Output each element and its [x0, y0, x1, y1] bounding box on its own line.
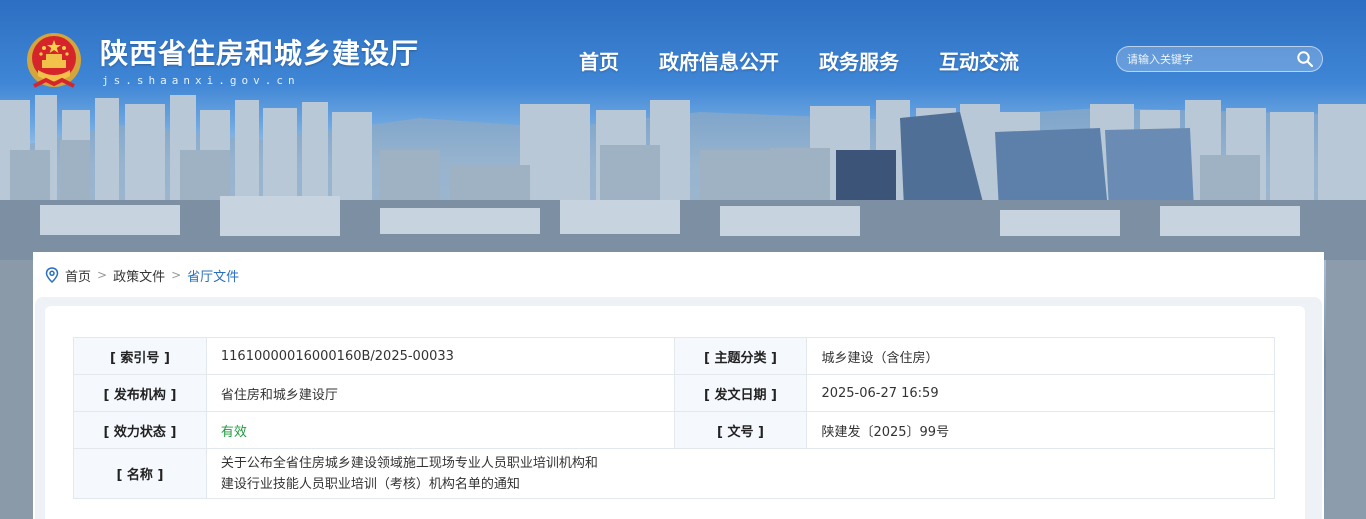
document-name-label: [ 名称 ]	[73, 448, 207, 499]
search-box	[1116, 46, 1323, 72]
subject-category-label: [ 主题分类 ]	[673, 337, 808, 375]
location-pin-icon	[45, 267, 59, 283]
search-icon[interactable]	[1296, 50, 1314, 68]
document-name-line: 建设行业技能人员职业培训（考核）机构名单的通知	[220, 476, 520, 492]
table-row: [ 发布机构 ] 省住房和城乡建设厅 [ 发文日期 ] 2025-06-27 1…	[73, 374, 1275, 412]
document-number-label: [ 文号 ]	[673, 411, 808, 449]
nav-gov-info-disclosure[interactable]: 政府信息公开	[659, 46, 779, 75]
nav-interaction[interactable]: 互动交流	[939, 46, 1019, 75]
document-number-value: 陕建发〔2025〕99号	[806, 411, 1275, 449]
issue-date-value: 2025-06-27 16:59	[806, 374, 1275, 412]
table-row: [ 效力状态 ] 有效 [ 文号 ] 陕建发〔2025〕99号	[73, 411, 1275, 449]
site-title[interactable]: 陕西省住房和城乡建设厅	[100, 32, 419, 72]
table-row: [ 名称 ] 关于公布全省住房城乡建设领域施工现场专业人员职业培训机构和 建设行…	[73, 448, 1276, 499]
site-domain: js.shaanxi.gov.cn	[102, 74, 300, 87]
content-panel: 首页 > 政策文件 > 省厅文件 [ 索引号 ] 116100000160001…	[33, 252, 1324, 519]
nav-gov-services[interactable]: 政务服务	[819, 46, 899, 75]
document-name-line: 关于公布全省住房城乡建设领域施工现场专业人员职业培训机构和	[220, 455, 598, 471]
index-number-value: 11610000016000160B/2025-00033	[205, 337, 675, 375]
index-number-label: [ 索引号 ]	[73, 337, 207, 375]
validity-status-value: 有效	[205, 411, 675, 449]
breadcrumb-home[interactable]: 首页	[65, 266, 91, 285]
site-header: 陕西省住房和城乡建设厅 js.shaanxi.gov.cn 首页 政府信息公开 …	[0, 0, 1366, 100]
search-input[interactable]	[1127, 50, 1287, 69]
main-nav: 首页 政府信息公开 政务服务 互动交流	[579, 46, 1019, 75]
breadcrumb: 首页 > 政策文件 > 省厅文件	[45, 265, 239, 285]
issue-date-label: [ 发文日期 ]	[673, 374, 808, 412]
subject-category-value: 城乡建设（含住房）	[806, 337, 1275, 375]
breadcrumb-separator: >	[171, 268, 182, 282]
issuing-agency-label: [ 发布机构 ]	[73, 374, 207, 412]
table-row: [ 索引号 ] 11610000016000160B/2025-00033 [ …	[73, 337, 1275, 375]
breadcrumb-policy-docs[interactable]: 政策文件	[113, 266, 165, 285]
issuing-agency-value: 省住房和城乡建设厅	[205, 374, 675, 412]
document-metadata-table: [ 索引号 ] 11610000016000160B/2025-00033 [ …	[73, 337, 1276, 499]
national-emblem-icon[interactable]	[24, 30, 84, 92]
nav-home[interactable]: 首页	[579, 46, 619, 75]
validity-status-label: [ 效力状态 ]	[73, 411, 207, 449]
breadcrumb-current[interactable]: 省厅文件	[187, 266, 239, 285]
breadcrumb-separator: >	[97, 268, 108, 282]
document-name-value: 关于公布全省住房城乡建设领域施工现场专业人员职业培训机构和 建设行业技能人员职业…	[205, 448, 1276, 499]
